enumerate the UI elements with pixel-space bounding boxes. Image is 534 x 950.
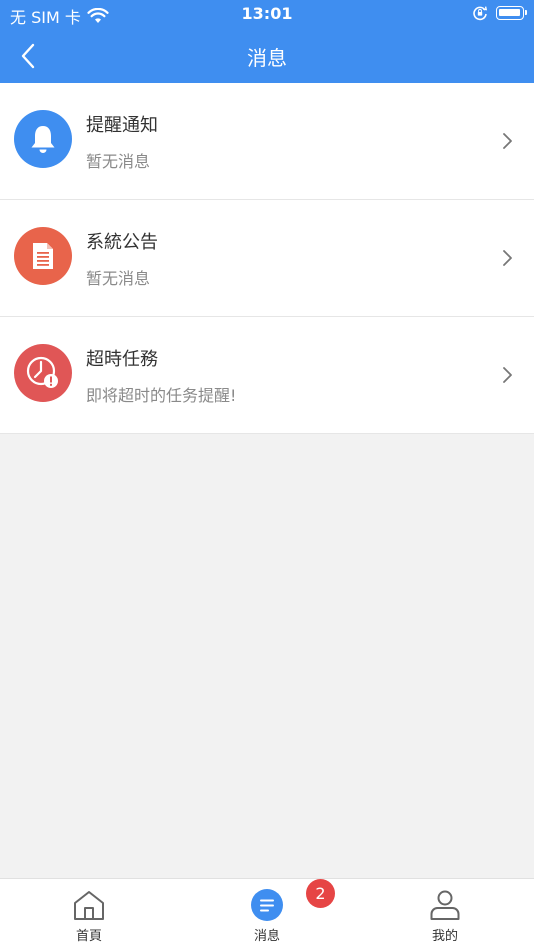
tab-label: 消息 <box>253 929 280 944</box>
message-icon <box>249 887 285 923</box>
message-item-announcement[interactable]: 系統公告 暂无消息 <box>0 200 534 317</box>
message-subtitle: 即将超时的任务提醒! <box>86 386 237 405</box>
user-icon <box>427 887 463 923</box>
message-item-overdue[interactable]: 超時任務 即将超时的任务提醒! <box>0 317 534 434</box>
message-subtitle: 暂无消息 <box>86 152 151 171</box>
page-title: 消息 <box>247 46 287 70</box>
home-icon <box>71 887 107 923</box>
tab-label: 首頁 <box>75 929 102 944</box>
chevron-right-icon <box>503 133 512 149</box>
bell-icon <box>14 110 72 168</box>
message-title: 超時任務 <box>86 349 158 370</box>
rotation-lock-icon <box>473 6 488 21</box>
tab-label: 我的 <box>431 929 458 944</box>
message-badge: 2 <box>306 879 335 908</box>
app-root: 无 SIM 卡 13:01 消息 提醒通知 暂无消息 系統公告 暂无消息 超時任… <box>0 0 534 950</box>
document-icon <box>14 227 72 285</box>
tab-home[interactable]: 首頁 <box>49 887 129 947</box>
message-title: 系統公告 <box>86 232 158 253</box>
message-list: 提醒通知 暂无消息 系統公告 暂无消息 超時任務 即将超时的任务提醒! <box>0 83 534 434</box>
message-subtitle: 暂无消息 <box>86 269 151 288</box>
chevron-right-icon <box>503 367 512 383</box>
status-right <box>472 5 527 21</box>
tab-messages[interactable]: 消息 <box>227 887 307 947</box>
tab-mine[interactable]: 我的 <box>405 887 485 947</box>
chevron-right-icon <box>503 250 512 266</box>
nav-bar: 消息 <box>0 28 534 83</box>
clock-alert-icon <box>14 344 72 402</box>
status-bar: 无 SIM 卡 13:01 <box>0 0 534 28</box>
status-time: 13:01 <box>241 4 293 23</box>
message-title: 提醒通知 <box>86 115 158 136</box>
tab-bar: 首頁 消息 我的 <box>0 878 534 950</box>
header: 无 SIM 卡 13:01 消息 <box>0 0 534 83</box>
message-item-reminder[interactable]: 提醒通知 暂无消息 <box>0 83 534 200</box>
battery-icon <box>496 6 527 20</box>
